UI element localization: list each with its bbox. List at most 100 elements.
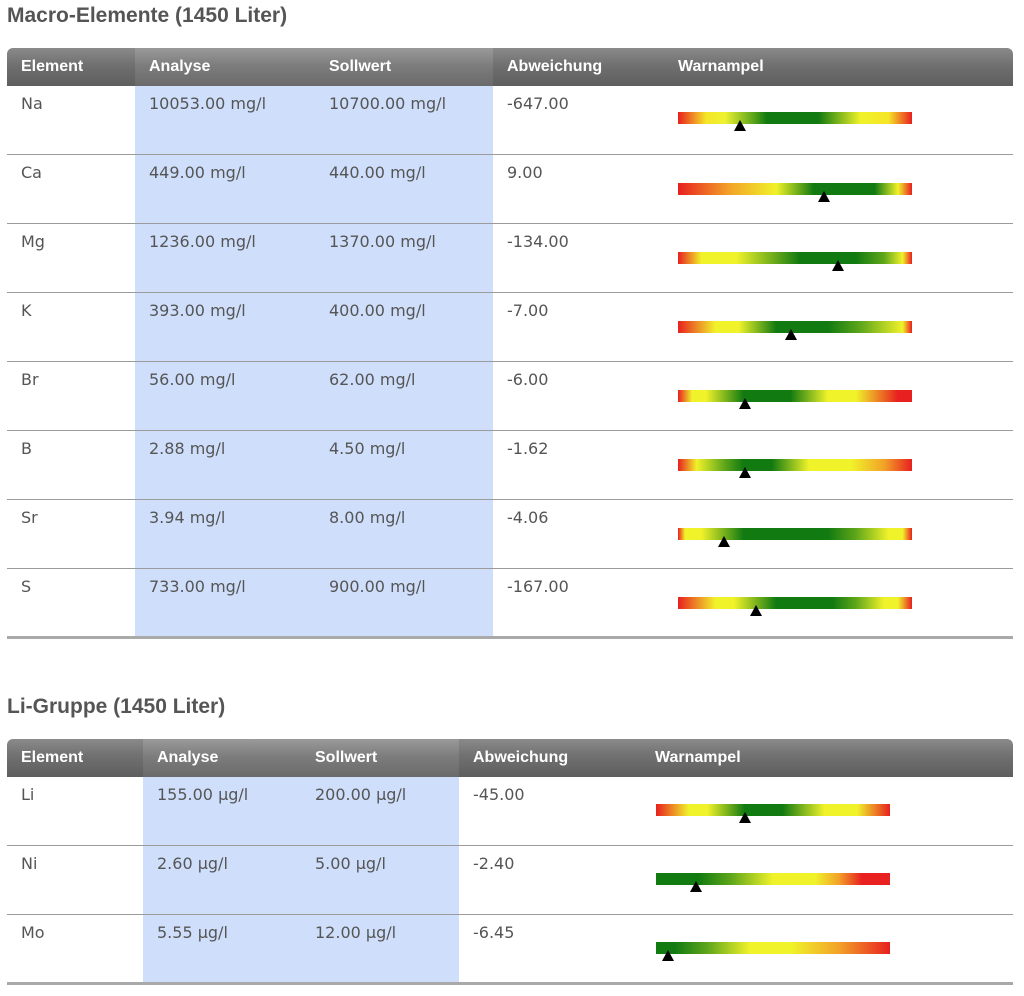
cell-analyse: 393.00 mg/l (149, 301, 246, 320)
cell-analyse: 3.94 mg/l (149, 508, 226, 527)
triangle-marker-icon (689, 881, 702, 892)
cell-abweichung: -2.40 (473, 854, 515, 873)
warnampel-gradient-bar (656, 804, 890, 816)
table-header: Element Analyse Sollwert Abweichung Warn… (7, 48, 1013, 86)
cell-sollwert: 10700.00 mg/l (329, 94, 447, 113)
warnampel-gradient-bar (678, 597, 912, 609)
table-row: Li 155.00 µg/l 200.00 µg/l -45.00 (7, 777, 1013, 846)
cell-element: Mg (21, 232, 45, 251)
table-row: B 2.88 mg/l 4.50 mg/l -1.62 (7, 431, 1013, 500)
header-abweichung: Abweichung (473, 749, 569, 766)
cell-analyse: 733.00 mg/l (149, 577, 246, 596)
table-header: Element Analyse Sollwert Abweichung Warn… (7, 739, 1013, 777)
triangle-marker-icon (734, 120, 746, 131)
cell-element: S (21, 577, 32, 596)
section-title-macro: Macro-Elemente (1450 Liter) (7, 4, 288, 27)
cell-abweichung: -7.00 (507, 301, 549, 320)
table-row: Mo 5.55 µg/l 12.00 µg/l -6.45 (7, 915, 1013, 985)
warnampel-gradient-bar (678, 459, 912, 471)
warnampel-meter (678, 321, 912, 340)
triangle-marker-icon (832, 260, 845, 271)
cell-abweichung: -647.00 (507, 94, 569, 113)
cell-analyse: 2.88 mg/l (149, 439, 226, 458)
triangle-marker-icon (661, 950, 674, 961)
table-row: Mg 1236.00 mg/l 1370.00 mg/l -134.00 (7, 224, 1013, 293)
cell-sollwert: 400.00 mg/l (329, 301, 426, 320)
macro-elements-table: Element Analyse Sollwert Abweichung Warn… (7, 48, 1013, 639)
cell-abweichung: -6.00 (507, 370, 549, 389)
cell-sollwert: 900.00 mg/l (329, 577, 426, 596)
header-element: Element (21, 58, 84, 75)
warnampel-gradient-bar (678, 528, 912, 540)
header-analyse: Analyse (143, 739, 301, 777)
cell-sollwert: 62.00 mg/l (329, 370, 416, 389)
cell-abweichung: -45.00 (473, 785, 525, 804)
triangle-marker-icon (785, 329, 798, 340)
cell-analyse: 1236.00 mg/l (149, 232, 256, 251)
header-abweichung: Abweichung (507, 58, 603, 75)
cell-element: Br (21, 370, 39, 389)
header-warnampel: Warnampel (678, 58, 764, 75)
cell-abweichung: -134.00 (507, 232, 569, 251)
triangle-marker-icon (717, 536, 730, 547)
table-row: S 733.00 mg/l 900.00 mg/l -167.00 (7, 569, 1013, 639)
cell-analyse: 155.00 µg/l (157, 785, 249, 804)
warnampel-meter (678, 528, 912, 547)
triangle-marker-icon (738, 467, 751, 478)
triangle-marker-icon (738, 398, 751, 409)
warnampel-gradient-bar (678, 183, 912, 195)
cell-element: Na (21, 94, 43, 113)
cell-element: Li (21, 785, 35, 804)
cell-sollwert: 200.00 µg/l (315, 785, 407, 804)
cell-sollwert: 8.00 mg/l (329, 508, 406, 527)
cell-analyse: 56.00 mg/l (149, 370, 236, 389)
triangle-marker-icon (738, 812, 751, 823)
table-row: K 393.00 mg/l 400.00 mg/l -7.00 (7, 293, 1013, 362)
cell-sollwert: 4.50 mg/l (329, 439, 406, 458)
warnampel-gradient-bar (678, 252, 912, 264)
table-row: Na 10053.00 mg/l 10700.00 mg/l -647.00 (7, 86, 1013, 155)
cell-abweichung: 9.00 (507, 163, 543, 182)
warnampel-gradient-bar (678, 390, 912, 402)
warnampel-meter (678, 390, 912, 409)
cell-analyse: 10053.00 mg/l (149, 94, 267, 113)
li-gruppe-table: Element Analyse Sollwert Abweichung Warn… (7, 739, 1013, 985)
warnampel-meter (678, 112, 912, 131)
cell-abweichung: -1.62 (507, 439, 549, 458)
cell-element: Sr (21, 508, 38, 527)
warnampel-meter (678, 597, 912, 616)
header-analyse: Analyse (135, 48, 315, 86)
section-title-li-gruppe: Li-Gruppe (1450 Liter) (7, 695, 226, 718)
cell-element: K (21, 301, 32, 320)
cell-sollwert: 5.00 µg/l (315, 854, 386, 873)
header-sollwert: Sollwert (301, 739, 459, 777)
table-body: Na 10053.00 mg/l 10700.00 mg/l -647.00 Ca 449… (7, 86, 1013, 639)
cell-element: Ni (21, 854, 38, 873)
cell-sollwert: 440.00 mg/l (329, 163, 426, 182)
triangle-marker-icon (818, 191, 831, 202)
cell-abweichung: -6.45 (473, 923, 515, 942)
header-element: Element (21, 749, 84, 766)
cell-abweichung: -167.00 (507, 577, 569, 596)
cell-element: B (21, 439, 32, 458)
warnampel-meter (656, 804, 890, 823)
header-warnampel: Warnampel (655, 749, 741, 766)
table-row: Ca 449.00 mg/l 440.00 mg/l 9.00 (7, 155, 1013, 224)
cell-sollwert: 12.00 µg/l (315, 923, 397, 942)
cell-element: Ca (21, 163, 42, 182)
table-row: Sr 3.94 mg/l 8.00 mg/l -4.06 (7, 500, 1013, 569)
cell-element: Mo (21, 923, 45, 942)
warnampel-meter (678, 252, 912, 271)
cell-analyse: 2.60 µg/l (157, 854, 228, 873)
warnampel-meter (678, 183, 912, 202)
warnampel-gradient-bar (678, 112, 912, 124)
cell-sollwert: 1370.00 mg/l (329, 232, 436, 251)
warnampel-meter (656, 873, 890, 892)
warnampel-gradient-bar (656, 942, 890, 954)
cell-analyse: 449.00 mg/l (149, 163, 246, 182)
table-row: Br 56.00 mg/l 62.00 mg/l -6.00 (7, 362, 1013, 431)
cell-analyse: 5.55 µg/l (157, 923, 228, 942)
cell-abweichung: -4.06 (507, 508, 549, 527)
triangle-marker-icon (750, 605, 763, 616)
warnampel-meter (678, 459, 912, 478)
